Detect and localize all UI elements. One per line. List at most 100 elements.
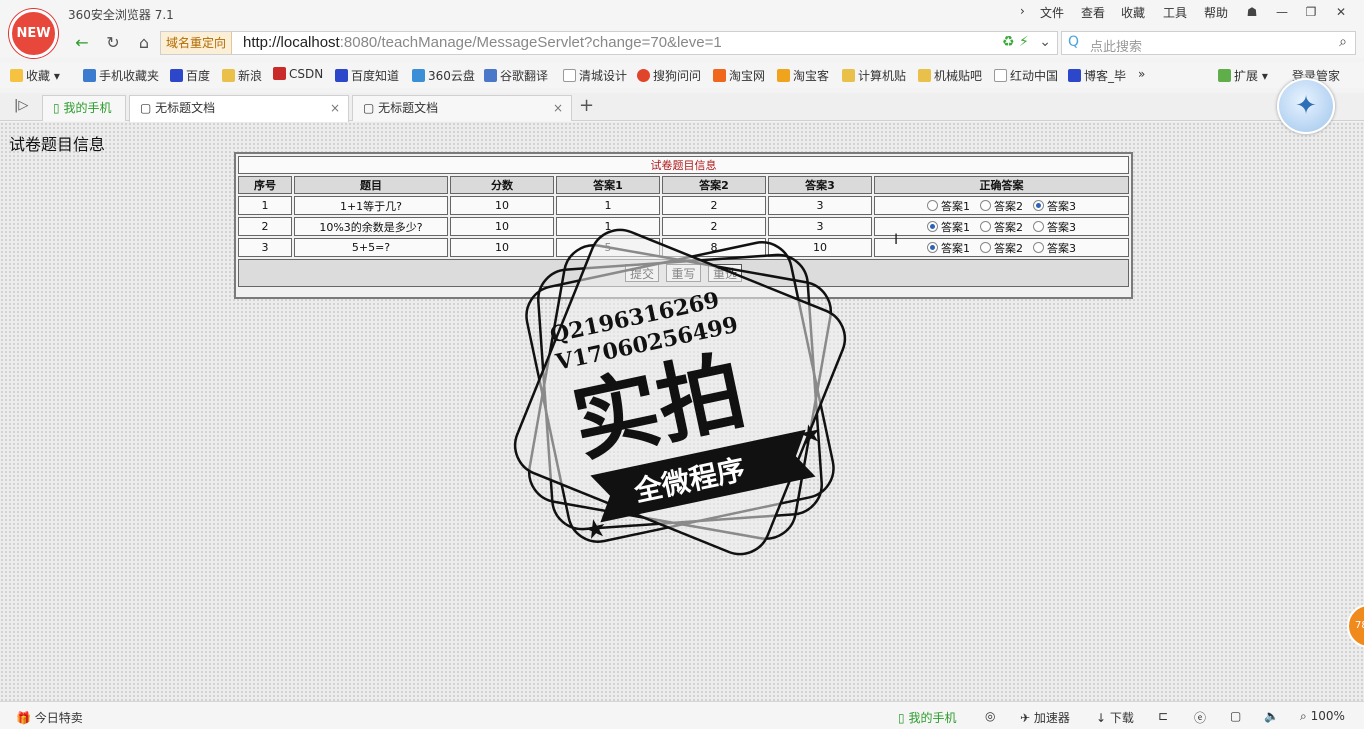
sidebar-toggle-icon[interactable]: |▷	[14, 98, 28, 113]
answer-radio-2[interactable]: 答案2	[980, 198, 1023, 214]
today-deals[interactable]: 🎁 今日特卖	[16, 709, 83, 726]
download-icon: ↓	[1096, 711, 1107, 725]
window-icon[interactable]: ▢	[1230, 709, 1241, 723]
menu-file[interactable]: 文件	[1040, 4, 1064, 21]
extensions-button[interactable]: 扩展 ▾	[1218, 67, 1268, 84]
status-mobile[interactable]: ▯ 我的手机	[898, 709, 956, 726]
search-engine-icon[interactable]: Q	[1068, 34, 1079, 50]
address-bar[interactable]: 域名重定向 http://localhost:8080/teachManage/…	[160, 31, 1058, 55]
radio-label: 答案1	[941, 241, 970, 255]
bookmark-sina[interactable]: 新浪	[222, 67, 262, 84]
tab-mobile[interactable]: ▯ 我的手机	[42, 95, 126, 121]
radio-label: 答案2	[994, 199, 1023, 213]
answer-radio-3[interactable]: 答案3	[1033, 198, 1076, 214]
bookmark-machinery[interactable]: 机械贴吧	[918, 67, 982, 84]
close-tab-icon[interactable]: ×	[553, 96, 563, 120]
bookmark-favorites[interactable]: 收藏 ▾	[10, 67, 60, 84]
security-icon[interactable]: ♻	[1002, 34, 1015, 50]
redirect-badge[interactable]: 域名重定向	[161, 32, 233, 54]
answer-radio-2[interactable]: 答案2	[980, 219, 1023, 235]
table-row: 3 5+5=? 10 5 8 10 答案1 答案2 答案3	[238, 238, 1129, 257]
score-value: 10	[450, 217, 554, 236]
answer-radio-3[interactable]: 答案3	[1033, 219, 1076, 235]
tab-untitled-2[interactable]: ▢ 无标题文档 ×	[352, 95, 572, 121]
speed-mode-icon[interactable]: ⚡	[1019, 34, 1029, 50]
bookmark-taobaoke[interactable]: 淘宝客	[777, 67, 829, 84]
radio-label: 答案3	[1047, 220, 1076, 234]
radio-button[interactable]	[1033, 199, 1044, 211]
skin-icon[interactable]: ☗	[1240, 3, 1264, 21]
radio-button[interactable]	[927, 241, 938, 253]
split-view-icon[interactable]: ⊏	[1158, 709, 1168, 723]
row-number: 2	[238, 217, 292, 236]
text-cursor-icon: I	[894, 232, 899, 248]
bookmark-baidu-zhidao[interactable]: 百度知道	[335, 67, 399, 84]
quiz-table: 试卷题目信息 序号 题目 分数 答案1 答案2 答案3 正确答案 1 1+1等于…	[236, 154, 1131, 289]
menu-favorites[interactable]: 收藏	[1121, 4, 1145, 21]
phone-icon: ▯	[898, 711, 905, 725]
radio-label: 答案3	[1047, 241, 1076, 255]
minimize-button[interactable]: —	[1270, 3, 1294, 21]
radio-button[interactable]	[980, 241, 991, 253]
answer-radio-1[interactable]: 答案1	[927, 240, 970, 256]
speedometer-icon[interactable]: ◎	[985, 709, 995, 723]
answer-radio-1[interactable]: 答案1	[927, 219, 970, 235]
close-tab-icon[interactable]: ×	[330, 96, 340, 120]
status-bar: 🎁 今日特卖 ▯ 我的手机 ◎ ✈ 加速器 ↓ 下载 ⊏ ⓔ ▢ 🔈 ⌕ 100…	[0, 701, 1364, 729]
close-window-button[interactable]: ✕	[1329, 3, 1353, 21]
sound-icon[interactable]: 🔈	[1264, 709, 1279, 723]
reset-button[interactable]: 重选	[708, 264, 743, 282]
dropdown-chevron-icon[interactable]: ⌄	[1039, 34, 1051, 50]
bookmark-hongdong[interactable]: 红动中国	[994, 67, 1058, 84]
download-button[interactable]: ↓ 下载	[1096, 709, 1134, 726]
question-text: 1+1等于几?	[294, 196, 448, 215]
radio-button[interactable]	[927, 220, 938, 232]
back-arrow-icon[interactable]: ←	[72, 34, 92, 52]
submit-button[interactable]: 提交	[624, 264, 659, 282]
bookmark-blog[interactable]: 博客_毕	[1068, 67, 1126, 84]
bookmark-taobao[interactable]: 淘宝网	[713, 67, 765, 84]
answer-radio-3[interactable]: 答案3	[1033, 240, 1076, 256]
floating-ball-icon[interactable]: 78	[1347, 604, 1364, 648]
radio-button[interactable]	[980, 199, 991, 211]
restore-button[interactable]: ❐	[1299, 3, 1323, 21]
menu-tools[interactable]: 工具	[1163, 4, 1187, 21]
bookmark-360-cloud[interactable]: 360云盘	[412, 67, 475, 84]
refresh-icon[interactable]: ↻	[103, 34, 123, 52]
new-tab-button[interactable]: +	[579, 95, 594, 116]
phone-icon: ▯	[53, 101, 60, 115]
home-icon[interactable]: ⌂	[134, 34, 154, 52]
answer-2: 8	[662, 238, 766, 257]
zoom-control[interactable]: ⌕ 100%	[1300, 709, 1345, 724]
menu-help[interactable]: 帮助	[1204, 4, 1228, 21]
bookmark-mobile[interactable]: 手机收藏夹	[83, 67, 159, 84]
radio-button[interactable]	[1033, 241, 1044, 253]
ie-mode-icon[interactable]: ⓔ	[1194, 709, 1206, 726]
bookmark-baidu[interactable]: 百度	[170, 67, 210, 84]
bookmark-qingcheng[interactable]: 清城设计	[563, 67, 627, 84]
rewrite-button[interactable]: 重写	[666, 264, 701, 282]
radio-button[interactable]	[1033, 220, 1044, 232]
more-bookmarks-icon[interactable]: »	[1138, 67, 1145, 81]
bookmark-csdn[interactable]: CSDN	[273, 67, 323, 81]
radio-button[interactable]	[980, 220, 991, 232]
search-icon[interactable]: ⌕	[1339, 34, 1347, 50]
answer-radio-1[interactable]: 答案1	[927, 198, 970, 214]
search-box[interactable]: Q 点此搜索 ⌕	[1061, 31, 1356, 55]
bookmark-sogou[interactable]: 搜狗问问	[637, 67, 701, 84]
menu-view[interactable]: 查看	[1081, 4, 1105, 21]
accelerator-button[interactable]: ✈ 加速器	[1020, 709, 1070, 726]
url-text[interactable]: http://localhost:8080/teachManage/Messag…	[243, 34, 722, 51]
bookmark-google-translate[interactable]: 谷歌翻译	[484, 67, 548, 84]
bookmark-computer[interactable]: 计算机贴	[842, 67, 906, 84]
gift-icon: 🎁	[16, 711, 31, 725]
table-row: 2 10%3的余数是多少? 10 1 2 3 答案1 答案2 答案3	[238, 217, 1129, 236]
browser-logo-icon[interactable]: NEW	[9, 9, 58, 58]
radio-button[interactable]	[927, 199, 938, 211]
tab-untitled-1[interactable]: ▢ 无标题文档 ×	[129, 95, 349, 122]
answer-radio-2[interactable]: 答案2	[980, 240, 1023, 256]
menu-chevron-icon[interactable]: ›	[1020, 4, 1025, 18]
table-header: 序号 题目 分数 答案1 答案2 答案3 正确答案	[238, 176, 1129, 194]
search-input[interactable]: 点此搜索	[1090, 36, 1142, 55]
assistant-bird-icon[interactable]: ✦	[1277, 78, 1335, 134]
